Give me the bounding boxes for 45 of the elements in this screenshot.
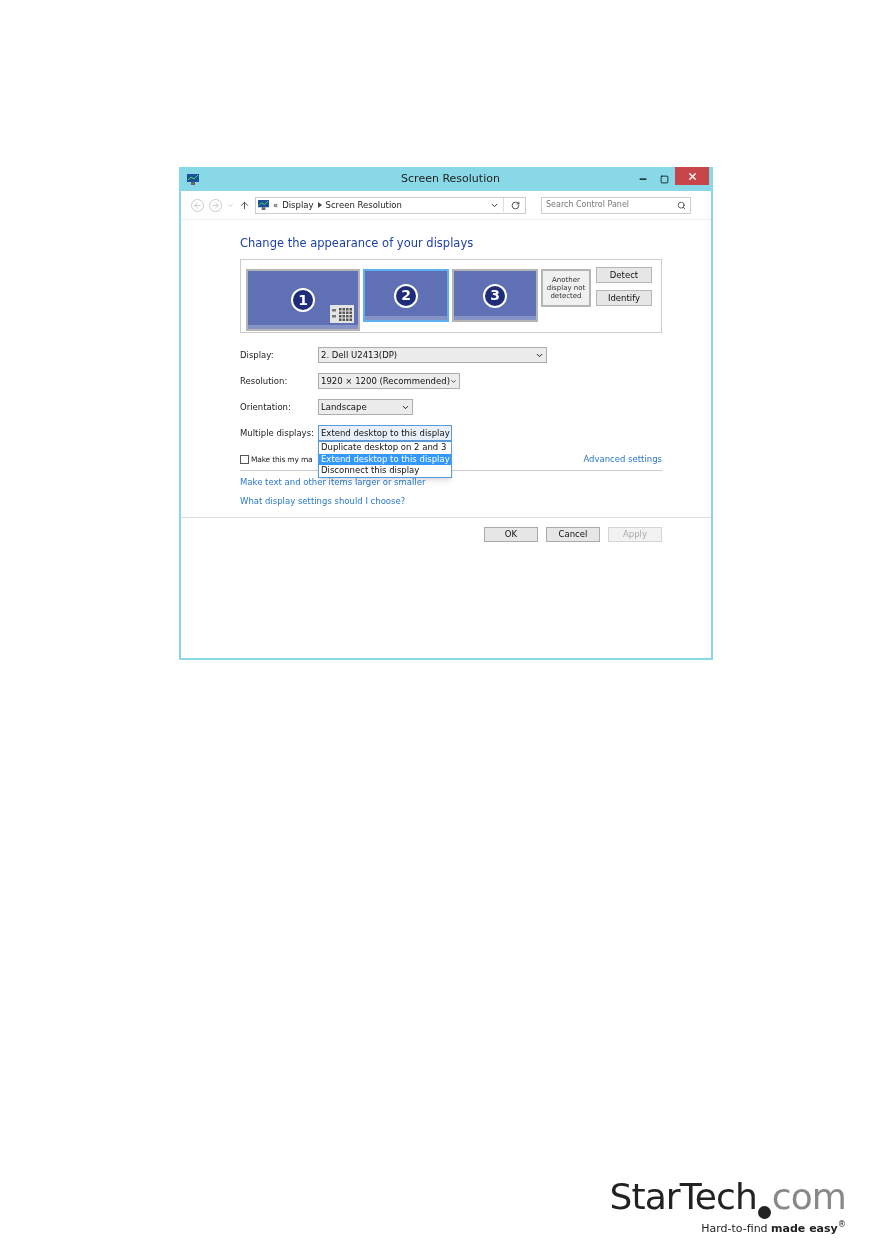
breadcrumb-item[interactable]: « (273, 198, 279, 212)
help-link[interactable]: Make text and other items larger or smaller (240, 476, 426, 489)
breadcrumb-item[interactable]: Display (282, 198, 314, 212)
close-icon (686, 170, 698, 182)
dropdown[interactable]: 1920 × 1200 (Recommended) (318, 373, 460, 390)
logo-suffix: com (771, 1178, 846, 1215)
display-number: 2 (394, 283, 418, 308)
address-bar[interactable]: « Display Screen Resolution (255, 196, 526, 214)
dropdown-option[interactable]: Duplicate desktop on 2 and 3 (319, 442, 451, 454)
search-icon (677, 200, 686, 210)
breadcrumb-item[interactable]: Screen Resolution (325, 198, 402, 212)
up-icon[interactable] (239, 199, 250, 211)
logo-wordmark: StarTech (609, 1178, 757, 1215)
dialog-button[interactable]: Cancel (546, 526, 600, 542)
side-button[interactable]: Identify (596, 290, 652, 307)
setting-label: Orientation: (240, 400, 292, 414)
help-link[interactable]: What display settings should I choose? (240, 494, 406, 508)
window-title: Screen Resolution (400, 170, 501, 187)
setting-label: Resolution: (240, 374, 289, 388)
advanced-settings-link[interactable]: Advanced settings (583, 453, 662, 466)
checkbox[interactable] (240, 455, 249, 465)
search-field[interactable]: Search Control Panel (541, 196, 691, 214)
dropdown-option[interactable]: Disconnect this display (319, 465, 451, 477)
dropdown[interactable]: Extend desktop to this display (318, 425, 452, 442)
display-number: 3 (483, 283, 507, 308)
logo-tagline: Hard-to-find made easy$^{®}$ (701, 1220, 846, 1237)
monitor-icon (258, 200, 269, 210)
setting-label: Multiple displays: (240, 426, 315, 440)
display-number: 1 (291, 288, 315, 313)
close-button[interactable] (675, 167, 709, 185)
side-button[interactable]: Detect (596, 267, 652, 284)
display-tile[interactable]: 1 (246, 269, 360, 332)
start-screen-icon (330, 305, 354, 324)
dialog-button[interactable]: OK (484, 526, 538, 542)
setting-label: Display: (240, 348, 275, 362)
maximize-icon[interactable] (660, 174, 669, 184)
display-tile[interactable]: 2 (363, 269, 449, 323)
search-placeholder: Search Control Panel (546, 199, 630, 211)
dropdown[interactable]: 2. Dell U2413(DP) (318, 347, 547, 364)
refresh-icon[interactable] (511, 200, 520, 210)
monitor-icon[interactable] (187, 173, 199, 185)
breadcrumb-separator (317, 202, 322, 208)
display-tile[interactable]: 3 (452, 269, 538, 323)
page-heading: Change the appearance of your displays (240, 235, 475, 252)
dropdown[interactable]: Landscape (318, 399, 413, 416)
